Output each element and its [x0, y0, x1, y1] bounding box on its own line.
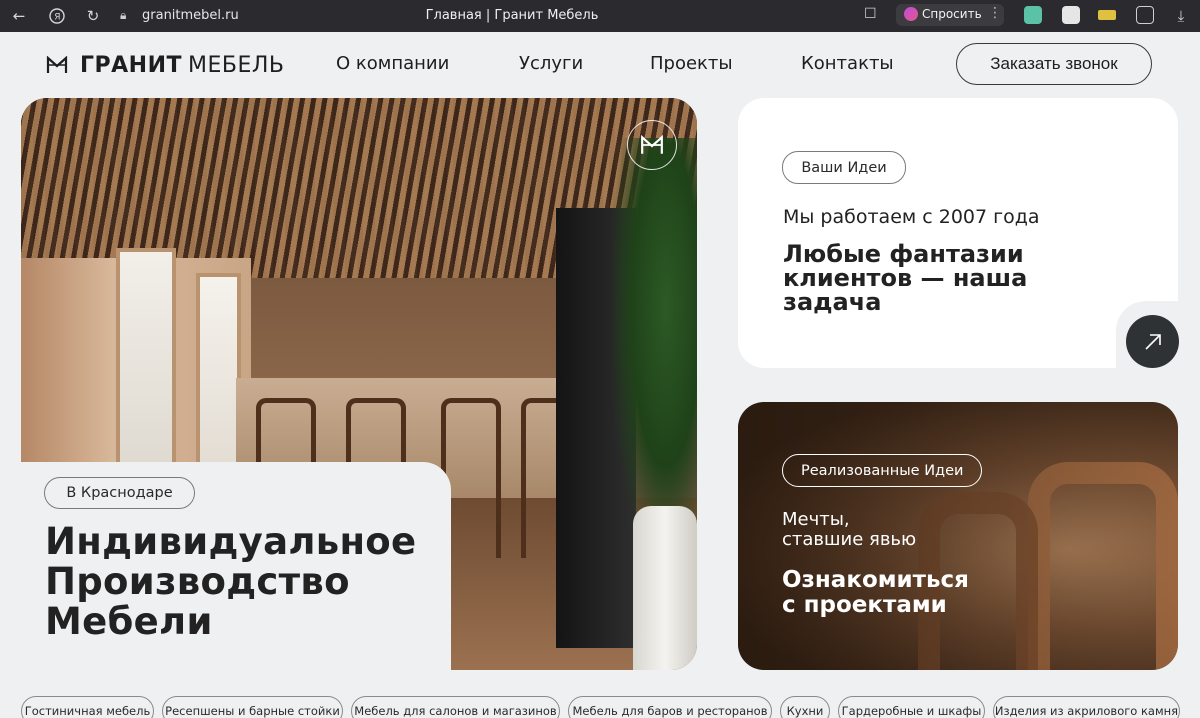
category-salons-stores[interactable]: Мебель для салонов и магазинов	[351, 696, 560, 718]
projects-subtitle: Мечты, ставшие явью	[782, 510, 916, 550]
logo-badge-icon	[627, 120, 677, 170]
projects-subtitle-line: Мечты,	[782, 509, 850, 530]
view-projects-link-line: Ознакомиться	[782, 567, 969, 593]
download-icon[interactable]: ⤓	[1170, 5, 1192, 27]
qr-code-icon[interactable]	[1062, 6, 1080, 24]
nav-services[interactable]: Услуги	[519, 53, 583, 74]
hero-title-line: Индивидуальное	[45, 520, 417, 563]
projects-chip: Реализованные Идеи	[782, 454, 983, 487]
projects-subtitle-line: ставшие явью	[782, 529, 917, 550]
tabs-icon[interactable]	[1136, 6, 1154, 24]
svg-text:Я: Я	[54, 13, 60, 23]
category-reception-bars[interactable]: Ресепшены и барные стойки	[162, 696, 343, 718]
nav-contacts[interactable]: Контакты	[801, 53, 894, 74]
hero-title-line: Производство	[45, 560, 350, 603]
category-list: Гостиничная мебель Ресепшены и барные ст…	[0, 696, 1200, 718]
hero-title-line: Мебели	[45, 600, 213, 643]
category-acrylic-stone[interactable]: Изделия из акрилового камня	[993, 696, 1180, 718]
ideas-arrow-button[interactable]	[1126, 315, 1179, 368]
battery-icon[interactable]	[1098, 10, 1116, 20]
ideas-headline-line: клиентов — наша	[783, 264, 1028, 292]
category-hotel-furniture[interactable]: Гостиничная мебель	[21, 696, 154, 718]
bookmark-icon[interactable]: ☐	[864, 6, 877, 22]
hero-photo-pot	[633, 506, 697, 670]
view-projects-link-line: с проектами	[782, 592, 947, 618]
logo-word-mebel: МЕБЕЛЬ	[188, 52, 285, 78]
arrow-up-right-icon	[1144, 333, 1161, 350]
category-wardrobes[interactable]: Гардеробные и шкафы	[838, 696, 985, 718]
category-kitchens[interactable]: Кухни	[780, 696, 830, 718]
back-arrow-icon[interactable]: ←	[8, 5, 30, 27]
address-bar[interactable]: 🔒︎ granitmebel.ru Главная | Гранит Мебел…	[112, 4, 892, 28]
ideas-chip: Ваши Идеи	[782, 151, 906, 184]
category-bars-restaurants[interactable]: Мебель для баров и ресторанов	[568, 696, 772, 718]
yandex-icon[interactable]: Я	[46, 5, 68, 27]
hero-photo-plant	[611, 138, 697, 558]
logo-mark-icon	[46, 56, 68, 73]
location-chip: В Краснодаре	[44, 477, 195, 509]
logo-word-granit: ГРАНИТ	[80, 52, 182, 78]
ideas-headline: Любые фантазии клиентов — наша задача	[783, 242, 1063, 314]
order-call-button[interactable]: Заказать звонок	[956, 43, 1152, 85]
nav-about[interactable]: О компании	[336, 53, 449, 74]
ideas-headline-line: задача	[783, 288, 882, 316]
ask-label: Спросить	[922, 7, 982, 21]
site-logo[interactable]: ГРАНИТ МЕБЕЛЬ	[46, 52, 285, 78]
ideas-headline-line: Любые фантазии	[783, 240, 1024, 268]
projects-card[interactable]: Реализованные Идеи Мечты, ставшие явью О…	[738, 402, 1178, 670]
more-dots-icon[interactable]: ⋮	[988, 5, 1002, 21]
browser-toolbar: ← Я ↻ 🔒︎ granitmebel.ru Главная | Гранит…	[0, 0, 1200, 32]
hero-title: Индивидуальное Производство Мебели	[45, 522, 465, 642]
ideas-card[interactable]: Ваши Идеи Мы работаем с 2007 года Любые …	[738, 98, 1178, 368]
tab-title: Главная | Гранит Мебель	[425, 8, 599, 23]
extension-icon[interactable]	[1024, 6, 1042, 24]
ask-button[interactable]: Спросить ⋮	[896, 4, 1004, 26]
view-projects-link[interactable]: Ознакомиться с проектами	[782, 568, 969, 618]
ai-assistant-icon	[904, 7, 918, 21]
reload-icon[interactable]: ↻	[82, 5, 104, 27]
since-text: Мы работаем с 2007 года	[783, 206, 1040, 228]
nav-projects[interactable]: Проекты	[650, 53, 733, 74]
